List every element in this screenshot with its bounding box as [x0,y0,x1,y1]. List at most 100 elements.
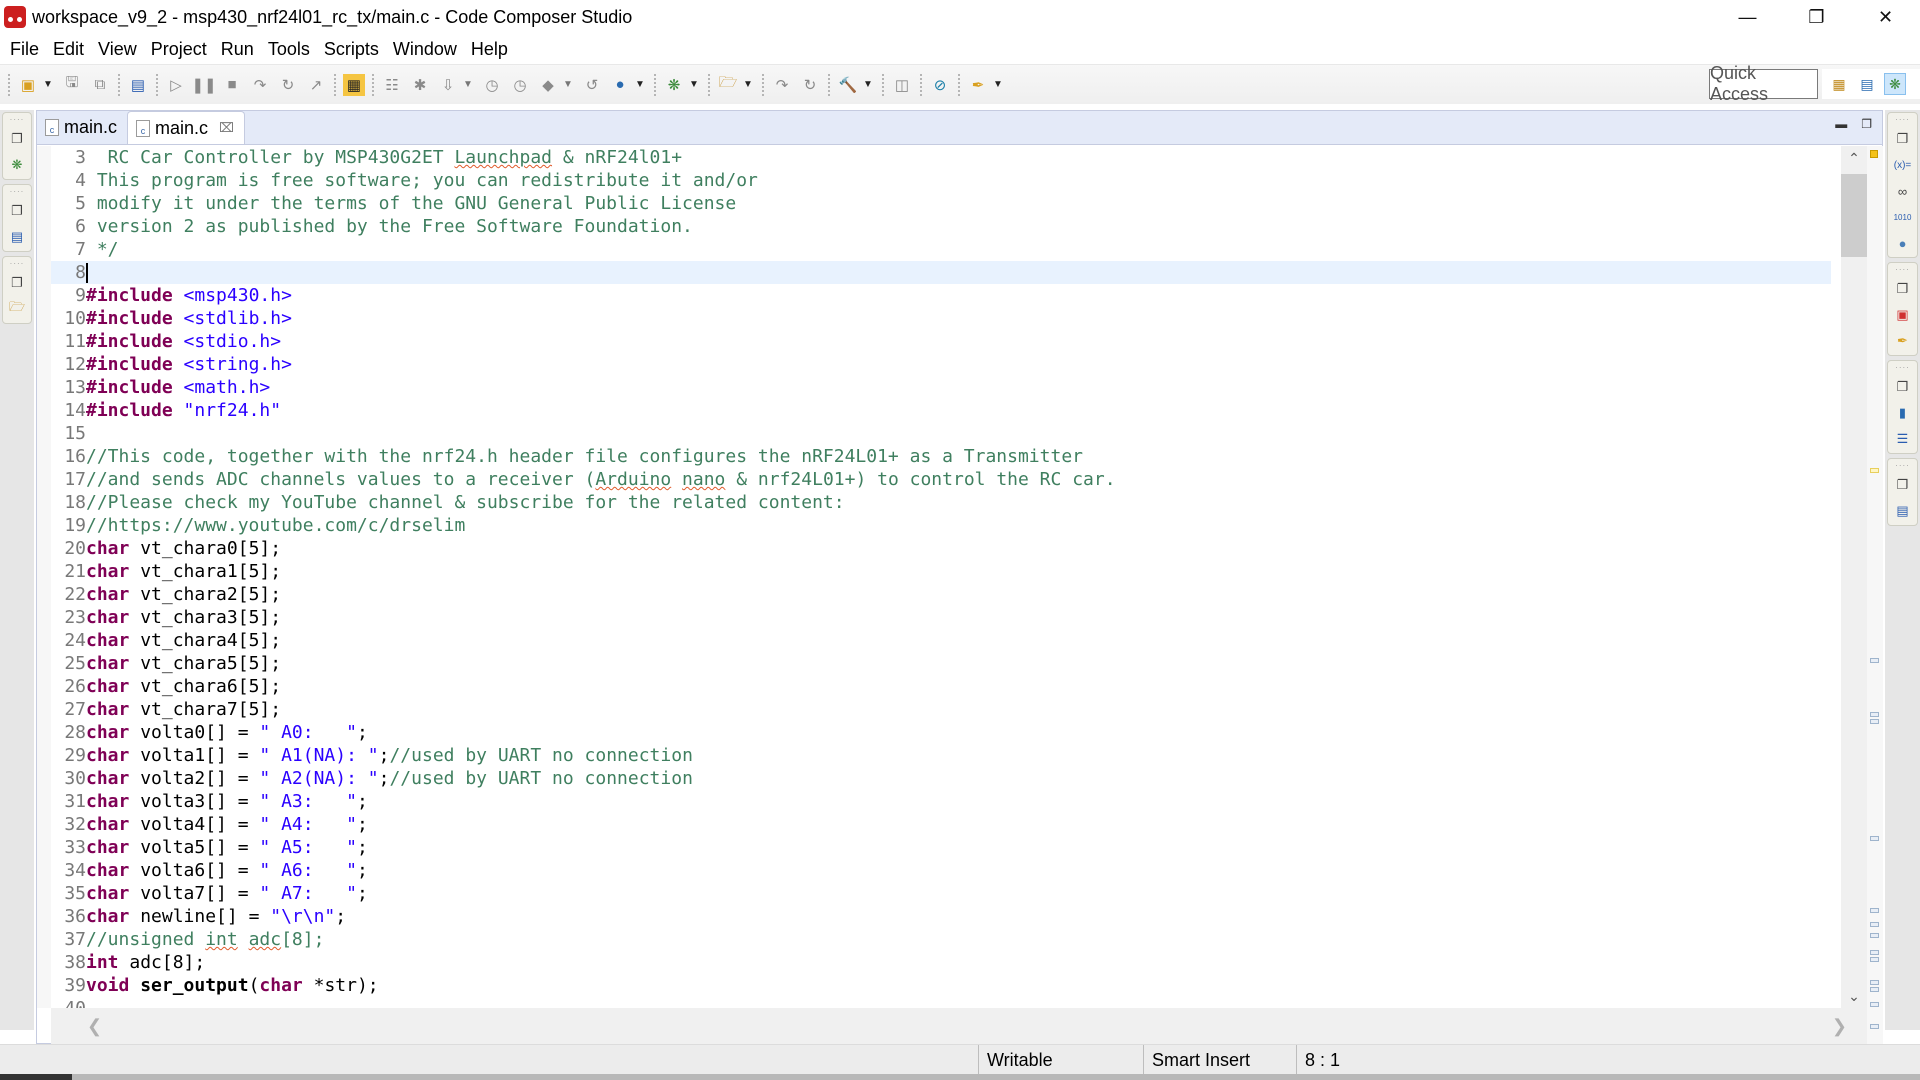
annotation-marker[interactable] [1870,987,1879,992]
restore-view-icon[interactable]: ❐ [7,201,27,221]
hardware-dropdown[interactable]: ▼ [562,74,574,96]
pen-view-icon[interactable]: ✒ [1893,331,1913,351]
open-project-dropdown[interactable]: ▼ [742,74,754,96]
annotation-marker[interactable] [1870,836,1879,841]
code-line[interactable]: 23 char vt_chara3[5]; [51,606,1831,629]
connect-target-icon[interactable]: ☷ [381,74,403,96]
code-line[interactable]: 7 */ [51,238,1831,261]
code-line[interactable]: 30 char volta2[] = " A2(NA): ";//used by … [51,767,1831,790]
build-dropdown[interactable]: ▼ [862,74,874,96]
code-line[interactable]: 19//https://www.youtube.com/c/drselim [51,514,1831,537]
close-tab-icon[interactable]: ⌧ [219,120,234,136]
load-program-icon[interactable]: ⇩ [437,74,459,96]
code-line[interactable]: 13 #include <math.h> [51,376,1831,399]
suspend-icon[interactable]: ❚❚ [191,74,216,96]
minimize-button[interactable]: — [1713,0,1782,34]
code-line[interactable]: 17//and sends ADC channels values to a r… [51,468,1831,491]
menu-run[interactable]: Run [214,39,261,60]
new-target-icon[interactable]: ● [609,74,631,96]
code-line[interactable]: 14 #include "nrf24.h" [51,399,1831,422]
code-editor[interactable]: 3 RC Car Controller by MSP430G2ET Launch… [51,146,1831,1008]
drag-handle[interactable]: ···· [10,116,25,124]
scroll-down-icon[interactable]: ⌄ [1841,984,1867,1008]
open-project-icon[interactable]: 🗁 [717,74,739,96]
registers-icon[interactable]: 1010 [1893,207,1913,227]
drag-handle[interactable]: ···· [10,188,25,196]
console-view-icon[interactable]: ▤ [7,227,27,247]
code-line-current[interactable]: 8 [51,261,1831,284]
outline-view-icon[interactable]: ☰ [1893,429,1913,449]
code-line[interactable]: 6 version 2 as published by the Free Sof… [51,215,1831,238]
code-line[interactable]: 29 char volta1[] = " A1(NA): ";//used by … [51,744,1831,767]
terminate-icon[interactable]: ■ [221,74,243,96]
save-all-icon[interactable]: ⧉ [89,74,111,96]
breakpoint-icon[interactable]: ◷ [481,74,503,96]
vertical-scrollbar[interactable]: ⌃ ⌄ [1841,146,1867,1008]
menu-file[interactable]: File [3,39,46,60]
drag-handle[interactable]: ···· [1895,462,1910,470]
pen-dropdown[interactable]: ▼ [992,74,1004,96]
restore-view-icon[interactable]: ❐ [1893,129,1913,149]
code-line[interactable]: 26 char vt_chara6[5]; [51,675,1831,698]
target-config-icon[interactable]: ▣ [1893,305,1913,325]
debug-target-icon[interactable]: ✱ [409,74,431,96]
restore-view-icon[interactable]: ❐ [1893,377,1913,397]
code-line[interactable]: 34 char volta6[] = " A6: "; [51,859,1831,882]
tab-main-c-1[interactable]: c main.c [37,111,127,144]
code-line[interactable]: 11 #include <stdio.h> [51,330,1831,353]
code-line[interactable]: 33 char volta5[] = " A5: "; [51,836,1831,859]
code-line[interactable]: 38 int adc[8]; [51,951,1831,974]
restore-view-icon[interactable]: ❐ [7,273,27,293]
menu-tools[interactable]: Tools [261,39,317,60]
variables-icon[interactable]: (x)= [1893,155,1913,175]
code-line[interactable]: 15 [51,422,1831,445]
scroll-up-icon[interactable]: ⌃ [1841,146,1867,170]
annotation-marker[interactable] [1870,980,1879,985]
code-line[interactable]: 10 #include <stdlib.h> [51,307,1831,330]
restart-icon[interactable]: ↺ [581,74,603,96]
scroll-right-icon[interactable]: ❯ [1832,1016,1847,1037]
annotation-marker[interactable] [1870,922,1879,927]
hardware-icon[interactable]: ◆ [537,74,559,96]
debug-icon[interactable]: ❋ [663,74,685,96]
code-line[interactable]: 18//Please check my YouTube channel & su… [51,491,1831,514]
code-line[interactable]: 40 [51,997,1831,1008]
code-line[interactable]: 20 char vt_chara0[5]; [51,537,1831,560]
step-over-icon[interactable]: ↻ [277,74,299,96]
load-program-dropdown[interactable]: ▼ [462,74,474,96]
new-target-dropdown[interactable]: ▼ [634,74,646,96]
drag-handle[interactable]: ···· [1895,116,1910,124]
code-line[interactable]: 9 #include <msp430.h> [51,284,1831,307]
quick-access-input[interactable]: Quick Access [1709,63,1818,104]
code-line[interactable]: 37//unsigned int adc[8]; [51,928,1831,951]
new-dropdown[interactable]: ▼ [42,74,54,96]
new-icon[interactable]: ▣ [17,74,39,96]
project-explorer-icon[interactable]: 🗁 [7,299,27,319]
memory-view-icon[interactable]: ▮ [1893,403,1913,423]
breakpoints-icon[interactable]: ● [1893,233,1913,253]
ccs-edit-perspective-icon[interactable]: ▤ [1856,73,1878,95]
drag-handle[interactable]: ···· [10,260,25,268]
expressions-icon[interactable]: ∞ [1893,181,1913,201]
code-line[interactable]: 16//This code, together with the nrf24.h… [51,445,1831,468]
annotation-marker[interactable] [1870,658,1879,663]
annotation-marker[interactable] [1870,908,1879,913]
restore-button[interactable]: ❐ [1782,0,1851,34]
code-line[interactable]: 39 void ser_output(char *str); [51,974,1831,997]
debug-dropdown[interactable]: ▼ [688,74,700,96]
code-line[interactable]: 22 char vt_chara2[5]; [51,583,1831,606]
code-line[interactable]: 21 char vt_chara1[5]; [51,560,1831,583]
annotation-marker[interactable] [1870,1002,1879,1007]
debug-view-icon[interactable]: ❋ [7,155,27,175]
annotation-marker[interactable] [1870,712,1879,717]
code-line[interactable]: 24 char vt_chara4[5]; [51,629,1831,652]
scroll-thumb[interactable] [1841,174,1867,257]
save-icon[interactable]: 🖫 [61,74,83,96]
search-icon[interactable]: ⊘ [929,74,951,96]
menu-project[interactable]: Project [144,39,214,60]
toggle-view-icon[interactable]: ◫ [891,74,913,96]
maximize-view-icon[interactable]: ❐ [1861,117,1872,131]
code-line[interactable]: 32 char volta4[] = " A4: "; [51,813,1831,836]
warning-summary-icon[interactable] [1870,150,1878,158]
menu-edit[interactable]: Edit [46,39,91,60]
